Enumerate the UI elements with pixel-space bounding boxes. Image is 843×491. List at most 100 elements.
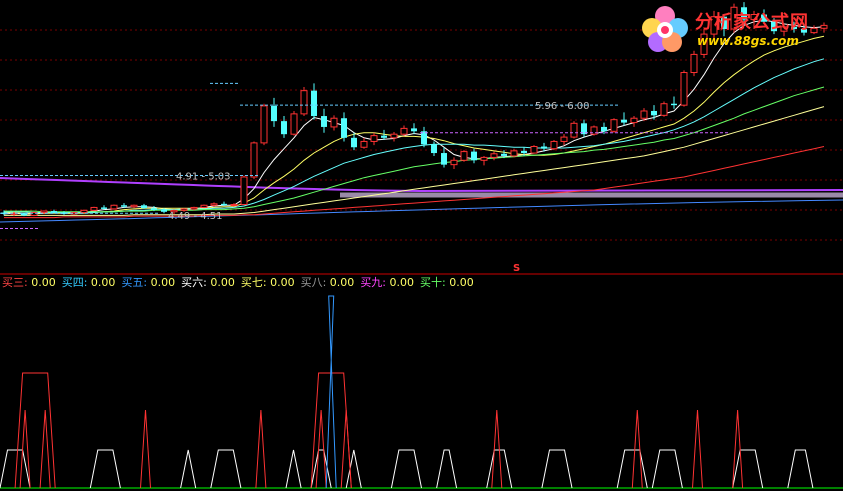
chart-canvas: 4.91 - 5.03 4.49 - 4.51 5.96 - 6.00 S: [0, 2, 843, 489]
white-signal: [787, 449, 814, 489]
candle-body: [190, 206, 198, 210]
price-range-label: 5.96 - 6.00: [535, 101, 590, 112]
white-signal: [390, 449, 422, 489]
legend-item: 买九: 0.00: [360, 276, 414, 289]
candle-body: [421, 131, 427, 145]
candle-body: [271, 105, 277, 122]
legend-item: 买四: 0.00: [62, 276, 116, 289]
candle-body: [460, 151, 468, 161]
candle-body: [530, 146, 538, 154]
blue-signal: [325, 295, 337, 489]
candle-body: [210, 203, 218, 206]
candle-body: [390, 133, 398, 139]
candle-body: [640, 110, 648, 119]
candle-body: [651, 110, 657, 116]
candle-body: [490, 153, 498, 158]
red-spike-signal: [39, 409, 51, 489]
candle-body: [330, 117, 338, 128]
candle-body: [130, 204, 138, 208]
legend-label: 买六:: [181, 276, 207, 289]
candle-body: [161, 209, 167, 212]
red-spike-signal: [140, 409, 151, 489]
candle-body: [151, 208, 157, 210]
candle-body: [450, 159, 458, 166]
candle-body: [541, 146, 547, 149]
ma-line-5: [4, 106, 825, 216]
white-signal: [310, 449, 332, 489]
candle-body: [200, 204, 208, 208]
candle-body: [441, 153, 447, 165]
candle-body: [110, 204, 118, 210]
white-signal: [210, 449, 242, 489]
candle-body: [621, 119, 627, 123]
candle-body: [230, 204, 238, 207]
legend-value: 0.00: [386, 276, 415, 289]
legend-label: 买八:: [300, 276, 327, 289]
candle-body: [660, 103, 668, 116]
red-spike-signal: [631, 409, 643, 489]
candle-body: [381, 135, 387, 138]
red-spike-signal: [732, 409, 744, 489]
candle-body: [431, 144, 437, 154]
logo: 分析家公式网 www.88gs.com: [637, 2, 837, 54]
candle-body: [141, 205, 147, 209]
candle-body: [630, 117, 638, 124]
candle-body: [90, 206, 98, 211]
legend-label: 买四:: [61, 276, 88, 289]
white-signal: [651, 449, 683, 489]
candle-body: [321, 116, 327, 127]
price-range-label: 4.49 - 4.51: [168, 211, 223, 222]
red-spike-signal: [255, 409, 267, 489]
candle-body: [51, 211, 57, 213]
candle-body: [360, 140, 368, 148]
candle-body: [411, 128, 417, 132]
white-signal: [732, 449, 764, 489]
candle-body: [680, 72, 688, 106]
candle-body: [521, 150, 527, 154]
candle-body: [550, 140, 558, 150]
candle-body: [570, 122, 578, 138]
legend-value: 0.00: [87, 276, 116, 289]
legend-value: 0.00: [147, 276, 176, 289]
legend-value: 0.00: [445, 276, 474, 289]
candle-body: [121, 205, 127, 207]
candle-body: [180, 208, 188, 211]
white-signal: [180, 449, 197, 489]
logo-url: www.88gs.com: [697, 34, 799, 48]
legend-item: 买三: 0.00: [2, 276, 56, 289]
candle-body: [471, 151, 477, 161]
signal-marker-s: S: [513, 263, 520, 274]
candle-body: [690, 53, 698, 74]
legend-label: 买九:: [360, 276, 387, 289]
legend-item: 买十: 0.00: [420, 276, 474, 289]
legend-label: 买七:: [240, 276, 267, 289]
candle-body: [400, 127, 408, 135]
white-signal: [345, 449, 362, 489]
legend-value: 0.00: [27, 276, 56, 289]
candle-body: [501, 153, 507, 156]
legend-value: 0.00: [266, 276, 295, 289]
candle-body: [341, 118, 347, 138]
indicator-legend: 买三: 0.00 买四: 0.00 买五: 0.00 买六: 0.00 买七: 0.00…: [2, 276, 480, 290]
white-signal: [89, 449, 121, 489]
candle-body: [671, 103, 677, 106]
candle-body: [290, 113, 298, 135]
legend-label: 买三:: [2, 276, 28, 289]
candle-body: [610, 119, 618, 132]
red-spike-signal: [19, 409, 31, 489]
price-range-label: 4.91 - 5.03: [176, 172, 231, 183]
red-spike-signal: [491, 409, 503, 489]
candle-body: [80, 209, 88, 214]
candle-body: [601, 126, 607, 132]
candle-body: [480, 156, 488, 161]
legend-item: 买六: 0.00: [181, 276, 235, 289]
candle-body: [351, 137, 357, 148]
legend-value: 0.00: [206, 276, 235, 289]
flower-logo-icon: [642, 6, 688, 52]
candle-body: [260, 105, 268, 144]
candle-body: [221, 203, 227, 206]
legend-label: 买十:: [420, 276, 446, 289]
candle-body: [370, 135, 378, 142]
white-signal: [285, 449, 302, 489]
white-signal: [541, 449, 573, 489]
